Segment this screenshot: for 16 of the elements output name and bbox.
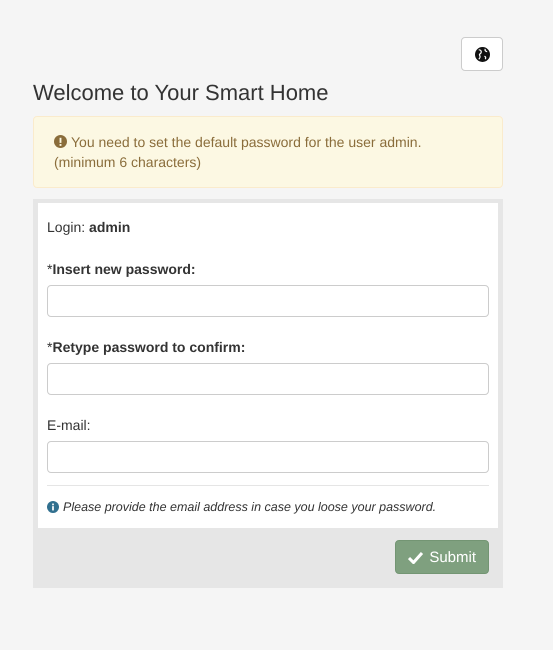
alert-text: You need to set the default password for the user admin. (minimum 6 characters): [54, 133, 422, 172]
exclamation-icon: [54, 135, 67, 148]
login-text: Login: admin: [47, 219, 132, 235]
info-icon: [47, 501, 59, 513]
page-title: Welcome to Your Smart Home: [33, 80, 330, 106]
hint-text: Please provide the email address in case you loose your password.: [63, 500, 436, 514]
field-label: *Retype password to confirm:: [47, 339, 246, 355]
field-label: E-mail:: [47, 417, 92, 433]
input-field[interactable]: [47, 363, 489, 395]
globe-icon: [474, 46, 490, 62]
input-field[interactable]: [47, 285, 489, 317]
language-button[interactable]: [461, 37, 503, 71]
field-label: *Insert new password:: [47, 261, 197, 277]
input-field[interactable]: [47, 441, 489, 473]
checkmark-icon: [408, 550, 424, 564]
submit-button[interactable]: Submit: [395, 540, 489, 574]
